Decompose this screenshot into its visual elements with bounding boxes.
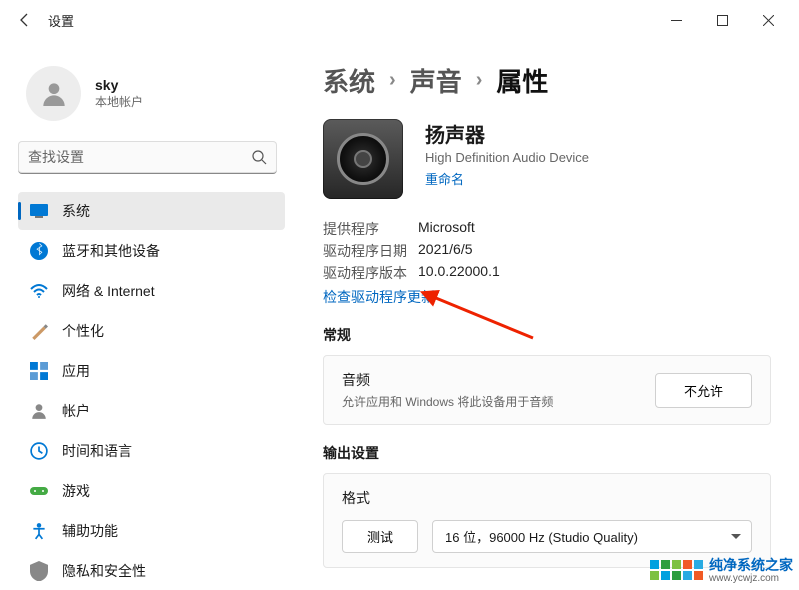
- page-title: 属性: [496, 62, 548, 99]
- search-icon: [251, 149, 267, 165]
- nav-item-network[interactable]: 网络 & Internet: [18, 272, 285, 310]
- search-box[interactable]: [18, 141, 277, 174]
- breadcrumb-sep: ›: [389, 69, 396, 92]
- time-icon: [30, 442, 48, 460]
- driver-version-value: 10.0.22000.1: [418, 263, 500, 283]
- check-driver-update-link[interactable]: 检查驱动程序更新: [323, 289, 435, 305]
- nav-label: 隐私和安全性: [62, 561, 146, 581]
- back-button[interactable]: [8, 4, 40, 36]
- wifi-icon: [30, 282, 48, 300]
- rename-link[interactable]: 重命名: [425, 169, 464, 188]
- format-title: 格式: [342, 488, 752, 508]
- format-select[interactable]: 16 位，96000 Hz (Studio Quality): [432, 520, 752, 553]
- breadcrumb-sound[interactable]: 声音: [410, 62, 462, 99]
- watermark-url: www.ycwjz.com: [709, 573, 793, 584]
- driver-version-label: 驱动程序版本: [323, 263, 418, 283]
- bluetooth-icon: [30, 242, 48, 260]
- nav-item-accounts[interactable]: 帐户: [18, 392, 285, 430]
- nav-label: 个性化: [62, 321, 104, 341]
- personalize-icon: [30, 322, 48, 340]
- window-minimize-button[interactable]: [653, 4, 699, 36]
- device-description: High Definition Audio Device: [425, 150, 589, 165]
- driver-date-value: 2021/6/5: [418, 241, 473, 261]
- disallow-button[interactable]: 不允许: [655, 373, 752, 408]
- watermark-text: 纯净系统之家: [709, 557, 793, 573]
- shield-icon: [30, 562, 48, 580]
- window-title: 设置: [48, 11, 74, 30]
- nav-item-privacy[interactable]: 隐私和安全性: [18, 552, 285, 590]
- nav-item-personalization[interactable]: 个性化: [18, 312, 285, 350]
- nav-label: 系统: [62, 201, 90, 221]
- test-button[interactable]: 测试: [342, 520, 418, 553]
- breadcrumb-system[interactable]: 系统: [323, 62, 375, 99]
- nav-item-gaming[interactable]: 游戏: [18, 472, 285, 510]
- apps-icon: [30, 362, 48, 380]
- audio-card: 音频 允许应用和 Windows 将此设备用于音频 不允许: [323, 355, 771, 425]
- nav-item-accessibility[interactable]: 辅助功能: [18, 512, 285, 550]
- nav-label: 帐户: [62, 401, 90, 421]
- nav-label: 网络 & Internet: [62, 281, 155, 301]
- audio-title: 音频: [342, 370, 655, 390]
- user-account-type: 本地帐户: [95, 93, 143, 110]
- watermark: 纯净系统之家 www.ycwjz.com: [650, 555, 793, 584]
- system-icon: [30, 202, 48, 220]
- accounts-icon: [30, 402, 48, 420]
- nav-label: 应用: [62, 361, 90, 381]
- nav-label: 时间和语言: [62, 441, 132, 461]
- speaker-device-icon: [323, 119, 403, 199]
- output-heading: 输出设置: [323, 443, 771, 463]
- provider-value: Microsoft: [418, 219, 475, 239]
- window-close-button[interactable]: [745, 4, 791, 36]
- search-input[interactable]: [28, 149, 251, 165]
- nav-item-apps[interactable]: 应用: [18, 352, 285, 390]
- accessibility-icon: [30, 522, 48, 540]
- window-maximize-button[interactable]: [699, 4, 745, 36]
- driver-date-label: 驱动程序日期: [323, 241, 418, 261]
- format-card: 格式 测试 16 位，96000 Hz (Studio Quality): [323, 473, 771, 568]
- nav-label: 辅助功能: [62, 521, 118, 541]
- nav-label: 游戏: [62, 481, 90, 501]
- nav-label: 蓝牙和其他设备: [62, 241, 160, 261]
- general-heading: 常规: [323, 325, 771, 345]
- avatar: [26, 66, 81, 121]
- user-block[interactable]: sky 本地帐户: [18, 58, 285, 139]
- nav-item-system[interactable]: 系统: [18, 192, 285, 230]
- breadcrumb: 系统 › 声音 › 属性: [323, 62, 771, 99]
- nav-item-bluetooth[interactable]: 蓝牙和其他设备: [18, 232, 285, 270]
- nav-item-time-language[interactable]: 时间和语言: [18, 432, 285, 470]
- breadcrumb-sep: ›: [476, 69, 483, 92]
- audio-subtitle: 允许应用和 Windows 将此设备用于音频: [342, 393, 655, 410]
- provider-label: 提供程序: [323, 219, 418, 239]
- device-name: 扬声器: [425, 119, 589, 148]
- gaming-icon: [30, 482, 48, 500]
- user-name: sky: [95, 77, 143, 93]
